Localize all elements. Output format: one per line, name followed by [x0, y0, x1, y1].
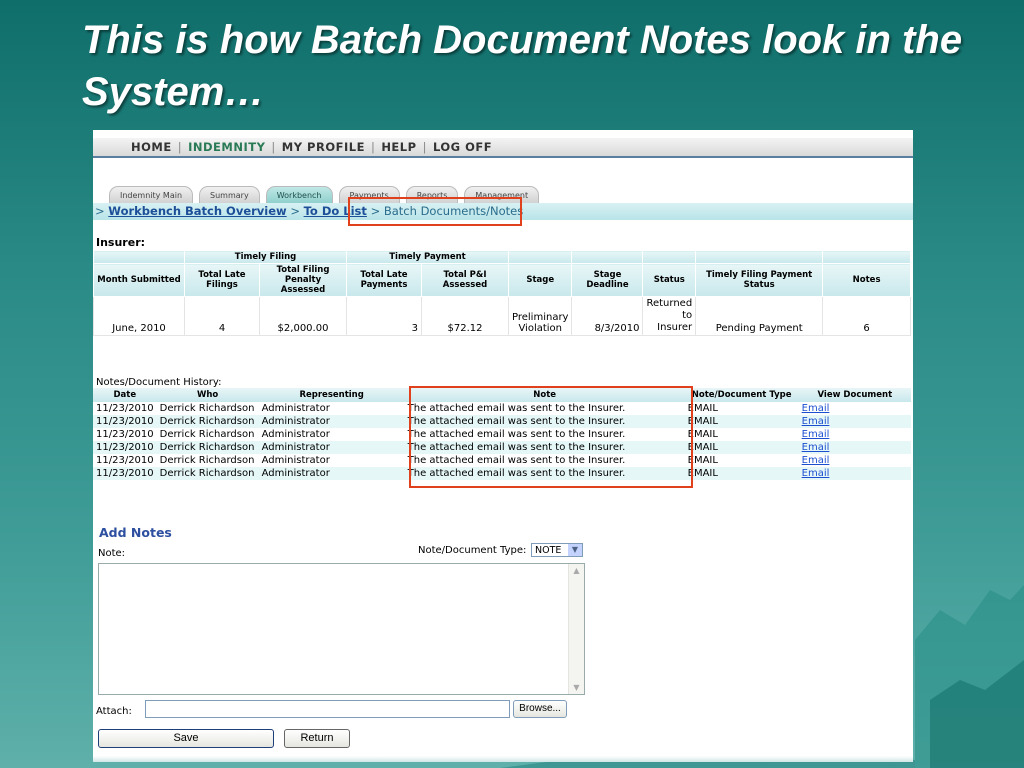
scroll-down-icon[interactable]: ▼: [569, 683, 584, 692]
highlight-box-breadcrumb: [348, 197, 522, 226]
cell-stage: Preliminary Violation: [507, 296, 573, 336]
cell-note-type: EMAIL: [684, 402, 799, 415]
cell-view-document: Email: [798, 441, 911, 454]
save-button[interactable]: Save: [98, 729, 274, 748]
tab-workbench[interactable]: Workbench: [265, 186, 333, 203]
cell-note-type: EMAIL: [684, 454, 799, 467]
nav-my-profile[interactable]: MY PROFILE: [282, 140, 365, 154]
cell-note-type: EMAIL: [684, 441, 799, 454]
cell-who: Derrick Richardson: [156, 467, 259, 480]
cell-late-filings: 4: [184, 296, 260, 336]
cell-view-document: Email: [798, 467, 911, 480]
nav-home[interactable]: HOME: [131, 140, 172, 154]
cell-view-document: Email: [798, 402, 911, 415]
note-type-select[interactable]: NOTE ▼: [531, 543, 583, 557]
col-date: Date: [93, 388, 157, 402]
cell-representing: Administrator: [258, 454, 405, 467]
note-type-label: Note/Document Type:: [418, 545, 527, 556]
screenshot-panel: HOME | INDEMNITY | MY PROFILE | HELP | L…: [93, 130, 913, 762]
group-header-timely-filing: Timely Filing: [184, 250, 347, 264]
cell-representing: Administrator: [258, 402, 405, 415]
breadcrumb-separator: >: [290, 204, 300, 218]
cell-month: June, 2010: [93, 296, 185, 336]
cell-note-type: EMAIL: [684, 415, 799, 428]
col-note-type: Note/Document Type: [684, 388, 799, 402]
cell-note-type: EMAIL: [684, 428, 799, 441]
chevron-down-icon[interactable]: ▼: [568, 544, 582, 556]
col-view-document: View Document: [798, 388, 911, 402]
nav-indemnity[interactable]: INDEMNITY: [188, 140, 265, 154]
textarea-scrollbar[interactable]: ▲ ▼: [568, 564, 584, 694]
note-label: Note:: [98, 548, 126, 559]
view-document-link[interactable]: Email: [802, 468, 830, 479]
cell-date: 11/23/2010: [93, 428, 157, 441]
col-filing-penalty: Total Filing Penalty Assessed: [259, 263, 347, 297]
top-navigation: HOME | INDEMNITY | MY PROFILE | HELP | L…: [93, 138, 913, 158]
insurer-label: Insurer:: [96, 236, 146, 249]
col-month-submitted: Month Submitted: [93, 263, 185, 297]
return-button[interactable]: Return: [284, 729, 350, 748]
cell-pi-assessed: $72.12: [421, 296, 509, 336]
nav-help[interactable]: HELP: [381, 140, 416, 154]
view-document-link[interactable]: Email: [802, 403, 830, 414]
view-document-link[interactable]: Email: [802, 442, 830, 453]
cell-view-document: Email: [798, 428, 911, 441]
cell-representing: Administrator: [258, 441, 405, 454]
cell-who: Derrick Richardson: [156, 441, 259, 454]
col-tf-payment-status: Timely Filing Payment Status: [695, 263, 824, 297]
col-stage-deadline: Stage Deadline: [571, 263, 644, 297]
breadcrumb-workbench-batch-overview[interactable]: Workbench Batch Overview: [108, 204, 286, 218]
view-document-link[interactable]: Email: [802, 416, 830, 427]
cell-date: 11/23/2010: [93, 402, 157, 415]
cell-date: 11/23/2010: [93, 415, 157, 428]
col-total-late-filings: Total Late Filings: [184, 263, 260, 297]
cell-date: 11/23/2010: [93, 467, 157, 480]
slide-title: This is how Batch Document Notes look in…: [82, 18, 963, 114]
highlight-box-notes: [409, 386, 693, 488]
view-document-link[interactable]: Email: [802, 429, 830, 440]
summary-table: Timely Filing Timely Payment Month Submi…: [93, 250, 911, 336]
col-who: Who: [156, 388, 259, 402]
col-representing: Representing: [258, 388, 405, 402]
cell-view-document: Email: [798, 415, 911, 428]
cell-note-type: EMAIL: [684, 467, 799, 480]
cell-filing-penalty: $2,000.00: [259, 296, 347, 336]
view-document-link[interactable]: Email: [802, 455, 830, 466]
add-notes-heading: Add Notes: [99, 525, 172, 540]
tab-indemnity-main[interactable]: Indemnity Main: [109, 186, 194, 203]
cell-who: Derrick Richardson: [156, 415, 259, 428]
group-header-timely-payment: Timely Payment: [346, 250, 509, 264]
note-textarea[interactable]: ▲ ▼: [98, 563, 585, 695]
cell-representing: Administrator: [258, 467, 405, 480]
col-pi-assessed: Total P&I Assessed: [421, 263, 509, 297]
cell-who: Derrick Richardson: [156, 428, 259, 441]
nav-log-off[interactable]: LOG OFF: [433, 140, 492, 154]
cell-status: Returned to Insurer: [642, 296, 697, 336]
note-type-value: NOTE: [535, 545, 562, 556]
cell-date: 11/23/2010: [93, 454, 157, 467]
col-stage: Stage: [507, 263, 573, 297]
cell-who: Derrick Richardson: [156, 454, 259, 467]
attach-label: Attach:: [96, 706, 132, 717]
breadcrumb-prefix: >: [95, 204, 105, 218]
scroll-up-icon[interactable]: ▲: [569, 566, 584, 575]
cell-late-payments: 3: [346, 296, 422, 336]
col-notes: Notes: [822, 263, 911, 297]
cell-notes-count: 6: [822, 296, 911, 336]
history-label: Notes/Document History:: [96, 377, 222, 388]
tab-summary[interactable]: Summary: [199, 186, 260, 203]
browse-button[interactable]: Browse...: [513, 700, 567, 718]
col-total-late-payments: Total Late Payments: [346, 263, 422, 297]
footer-bar: [93, 756, 913, 762]
col-status: Status: [642, 263, 697, 297]
cell-who: Derrick Richardson: [156, 402, 259, 415]
cell-representing: Administrator: [258, 428, 405, 441]
attach-file-input[interactable]: [145, 700, 510, 718]
cell-representing: Administrator: [258, 415, 405, 428]
cell-view-document: Email: [798, 454, 911, 467]
cell-date: 11/23/2010: [93, 441, 157, 454]
cell-tf-payment-status: Pending Payment: [695, 296, 824, 336]
cell-stage-deadline: 8/3/2010: [571, 296, 644, 336]
